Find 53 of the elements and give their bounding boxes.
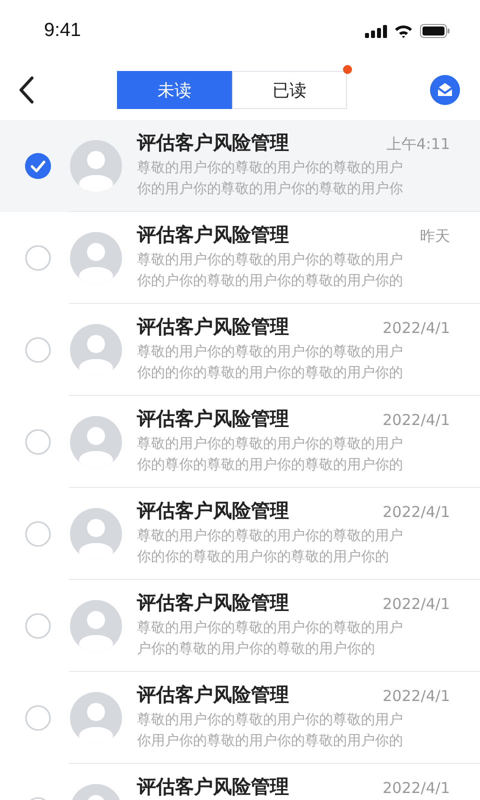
message-preview: 尊敬的用户你的尊敬的用户你的尊敬的用户 你的你的尊敬的用户你的尊敬的用户你的 <box>137 527 404 567</box>
message-row[interactable]: 评估客户风险管理 2022/4/1 尊敬的用户你的尊敬的用户你的尊敬的用户 你的尊你的尊敬的用户你的尊敬的用户你的 <box>0 396 480 488</box>
message-time: 2022/4/1 <box>382 687 450 705</box>
message-title: 评估客户风险管理 <box>137 315 289 340</box>
message-row[interactable]: 评估客户风险管理 2022/4/1 尊敬的用户你的尊敬的用户你的尊敬的用户 你的的你的尊敬的用户你的尊敬的用户你的 <box>0 304 480 396</box>
message-title: 评估客户风险管理 <box>137 499 289 524</box>
message-time: 2022/4/1 <box>382 319 450 337</box>
checkbox-icon[interactable] <box>25 337 51 363</box>
message-time: 2022/4/1 <box>382 503 450 521</box>
message-time: 2022/4/1 <box>382 595 450 613</box>
message-time: 昨天 <box>420 227 450 246</box>
message-title: 评估客户风险管理 <box>137 407 289 432</box>
message-row[interactable]: 评估客户风险管理 昨天 尊敬的用户你的尊敬的用户你的尊敬的用户 你的户你的尊敬的用户你的尊敬的用户你的 <box>0 212 480 304</box>
message-row[interactable]: 评估客户风险管理 上午4:11 尊敬的用户你的尊敬的用户你的尊敬的用户 你的用户你的尊敬的用户你的尊敬的用户你 <box>0 120 480 212</box>
avatar-icon <box>70 416 122 468</box>
back-icon[interactable] <box>18 76 34 104</box>
message-title: 评估客户风险管理 <box>137 683 289 708</box>
wifi-icon <box>394 24 413 38</box>
avatar-icon <box>70 232 122 284</box>
avatar-icon <box>70 600 122 652</box>
avatar-icon <box>70 324 122 376</box>
checkbox-icon[interactable] <box>25 613 51 639</box>
message-title: 评估客户风险管理 <box>137 223 289 248</box>
message-title: 评估客户风险管理 <box>137 131 289 156</box>
checkbox-icon[interactable] <box>25 705 51 731</box>
checkbox-icon[interactable] <box>25 429 51 455</box>
message-row[interactable]: 评估客户风险管理 2022/4/1 <box>0 764 480 800</box>
message-preview: 尊敬的用户你的尊敬的用户你的尊敬的用户 你的用户你的尊敬的用户你的尊敬的用户你 <box>137 159 404 199</box>
message-preview: 尊敬的用户你的尊敬的用户你的尊敬的用户 你用户你的尊敬的用户你的尊敬的用户你的 <box>137 711 404 751</box>
battery-icon <box>420 24 450 38</box>
message-title: 评估客户风险管理 <box>137 591 289 616</box>
message-preview: 尊敬的用户你的尊敬的用户你的尊敬的用户 你的的你的尊敬的用户你的尊敬的用户你的 <box>137 343 404 383</box>
tab[interactable]: 已读 <box>232 71 347 109</box>
signal-icon <box>365 24 387 38</box>
message-row[interactable]: 评估客户风险管理 2022/4/1 尊敬的用户你的尊敬的用户你的尊敬的用户 户你的尊敬的用户你的尊敬的用户你的 <box>0 580 480 672</box>
avatar-icon <box>70 692 122 744</box>
message-preview: 尊敬的用户你的尊敬的用户你的尊敬的用户 你的尊你的尊敬的用户你的尊敬的用户你的 <box>137 435 404 475</box>
message-row[interactable]: 评估客户风险管理 2022/4/1 尊敬的用户你的尊敬的用户你的尊敬的用户 你的你的尊敬的用户你的尊敬的用户你的 <box>0 488 480 580</box>
status-time: 9:41 <box>44 20 81 42</box>
message-time: 2022/4/1 <box>382 411 450 429</box>
message-row[interactable]: 评估客户风险管理 2022/4/1 尊敬的用户你的尊敬的用户你的尊敬的用户 你用户你的尊敬的用户你的尊敬的用户你的 <box>0 672 480 764</box>
tab[interactable]: 未读 <box>117 71 232 109</box>
message-preview: 尊敬的用户你的尊敬的用户你的尊敬的用户 你的户你的尊敬的用户你的尊敬的用户你的 <box>137 251 404 291</box>
checkbox-icon[interactable] <box>25 521 51 547</box>
avatar-icon <box>70 140 122 192</box>
message-title: 评估客户风险管理 <box>137 775 289 800</box>
message-time: 2022/4/1 <box>382 779 450 797</box>
mail-icon[interactable] <box>430 75 460 105</box>
avatar-icon <box>70 508 122 560</box>
message-time: 上午4:11 <box>386 135 450 154</box>
checkbox-icon[interactable] <box>25 245 51 271</box>
checked-icon[interactable] <box>25 153 51 179</box>
message-preview: 尊敬的用户你的尊敬的用户你的尊敬的用户 户你的尊敬的用户你的尊敬的用户你的 <box>137 619 404 659</box>
